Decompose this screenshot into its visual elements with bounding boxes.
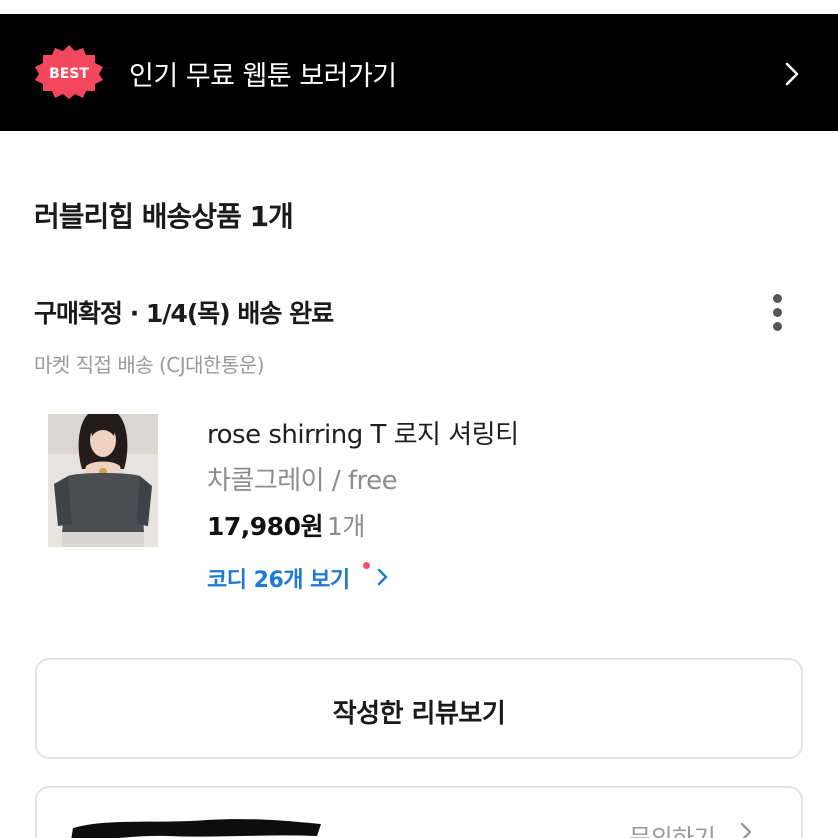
more-vertical-icon[interactable] <box>762 290 794 334</box>
seller-shipment-title: 러블리힙 배송상품 1개 <box>34 200 294 233</box>
inquiry-card: 문의하기 <box>35 786 803 838</box>
redaction-mark <box>71 819 321 838</box>
inquiry-button[interactable]: 문의하기 <box>629 818 716 838</box>
order-status: 구매확정 · 1/4(목) 배송 완료 <box>34 299 334 328</box>
coordi-link[interactable]: 코디 26개 보기 <box>207 562 350 594</box>
best-badge-label: BEST <box>49 66 89 82</box>
product-price: 17,980원 <box>207 512 323 541</box>
delivery-info: 마켓 직접 배송 (CJ대한통운) <box>34 353 265 377</box>
banner-text: 인기 무료 웹툰 보러가기 <box>129 61 397 92</box>
product-thumbnail[interactable] <box>48 414 158 547</box>
chevron-right-icon <box>376 567 390 587</box>
best-badge: BEST <box>34 45 104 99</box>
price-line: 17,980원 1개 <box>207 507 365 543</box>
product-quantity: 1개 <box>326 512 365 541</box>
promo-banner[interactable]: BEST 인기 무료 웹툰 보러가기 <box>0 14 838 131</box>
view-review-button[interactable]: 작성한 리뷰보기 <box>35 658 803 759</box>
status-area <box>0 0 838 14</box>
product-name[interactable]: rose shirring T 로지 셔링티 <box>207 414 519 451</box>
chevron-right-icon <box>781 60 803 88</box>
new-dot-badge <box>363 562 370 569</box>
chevron-right-icon <box>739 821 753 838</box>
product-option: 차콜그레이 / free <box>207 466 398 496</box>
view-review-label: 작성한 리뷰보기 <box>332 699 506 729</box>
